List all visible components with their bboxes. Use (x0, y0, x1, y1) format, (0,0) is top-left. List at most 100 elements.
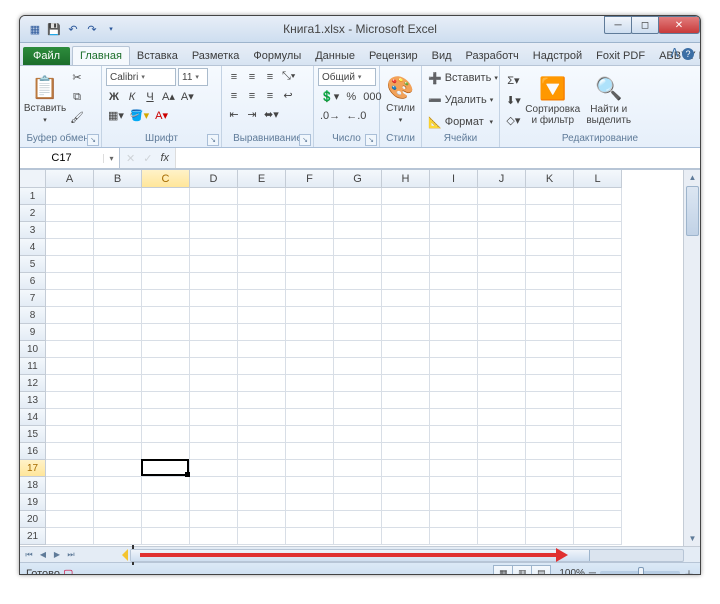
row-header-11[interactable]: 11 (20, 358, 46, 375)
shrink-font-icon[interactable]: A▾ (179, 88, 196, 105)
cell[interactable] (382, 324, 430, 341)
row-header-6[interactable]: 6 (20, 273, 46, 290)
cell[interactable] (190, 460, 238, 477)
cell[interactable] (238, 426, 286, 443)
cell[interactable] (46, 409, 94, 426)
cell[interactable] (142, 426, 190, 443)
cell[interactable] (382, 392, 430, 409)
cell[interactable] (94, 358, 142, 375)
tab-foxit[interactable]: Foxit PDF (589, 47, 652, 65)
cell[interactable] (478, 426, 526, 443)
format-painter-icon[interactable]: 🖌 (68, 108, 86, 126)
cell[interactable] (574, 511, 622, 528)
sort-filter-button[interactable]: 🔽 Сортировка и фильтр (525, 70, 581, 132)
cell[interactable] (190, 494, 238, 511)
row-header-9[interactable]: 9 (20, 324, 46, 341)
cell[interactable] (574, 256, 622, 273)
cell[interactable] (430, 477, 478, 494)
cell[interactable] (334, 528, 382, 545)
cell[interactable] (526, 511, 574, 528)
row-header-3[interactable]: 3 (20, 222, 46, 239)
cell[interactable] (430, 460, 478, 477)
cell[interactable] (478, 443, 526, 460)
cell[interactable] (334, 324, 382, 341)
cell[interactable] (238, 511, 286, 528)
cell[interactable] (478, 239, 526, 256)
cell[interactable] (526, 324, 574, 341)
copy-icon[interactable]: ⧉ (68, 88, 86, 106)
cell[interactable] (142, 443, 190, 460)
zoom-out-button[interactable]: ─ (589, 568, 596, 576)
cell[interactable] (478, 375, 526, 392)
fill-color-icon[interactable]: 🪣▾ (128, 107, 151, 124)
bold-button[interactable]: Ж (106, 88, 122, 105)
cell[interactable] (238, 443, 286, 460)
cell[interactable] (142, 256, 190, 273)
cell[interactable] (142, 324, 190, 341)
cell[interactable] (574, 494, 622, 511)
cell[interactable] (334, 494, 382, 511)
cell[interactable] (430, 239, 478, 256)
cell[interactable] (286, 460, 334, 477)
row-header-21[interactable]: 21 (20, 528, 46, 545)
row-header-8[interactable]: 8 (20, 307, 46, 324)
font-launcher-icon[interactable]: ↘ (207, 134, 219, 146)
cell[interactable] (94, 460, 142, 477)
col-header-H[interactable]: H (382, 170, 430, 188)
cell[interactable] (478, 188, 526, 205)
cell-area[interactable] (46, 188, 682, 546)
font-name-combo[interactable]: Calibri▾ (106, 68, 176, 86)
cell[interactable] (190, 307, 238, 324)
align-top-icon[interactable]: ≡ (226, 68, 242, 85)
cell[interactable] (46, 290, 94, 307)
col-header-I[interactable]: I (430, 170, 478, 188)
macro-record-icon[interactable]: ▢ (63, 568, 73, 576)
cell[interactable] (574, 205, 622, 222)
cell[interactable] (94, 273, 142, 290)
cell-styles-button[interactable]: 🎨 Стили ▾ (384, 68, 417, 130)
merge-icon[interactable]: ⬌▾ (262, 106, 281, 123)
cell[interactable] (286, 477, 334, 494)
cell[interactable] (286, 290, 334, 307)
row-header-10[interactable]: 10 (20, 341, 46, 358)
cell[interactable] (286, 307, 334, 324)
cell[interactable] (526, 443, 574, 460)
tab-review[interactable]: Рецензир (362, 47, 425, 65)
cell[interactable] (526, 358, 574, 375)
format-cells-button[interactable]: 📐Формат▾ (426, 112, 495, 132)
maximize-button[interactable]: ◻ (631, 16, 659, 34)
cell[interactable] (238, 256, 286, 273)
active-cell[interactable] (141, 459, 189, 476)
cell[interactable] (334, 256, 382, 273)
cell[interactable] (478, 307, 526, 324)
insert-cells-button[interactable]: ➕Вставить▾ (426, 68, 495, 88)
cell[interactable] (430, 392, 478, 409)
number-format-combo[interactable]: Общий▾ (318, 68, 376, 86)
cell[interactable] (238, 307, 286, 324)
col-header-G[interactable]: G (334, 170, 382, 188)
font-color-icon[interactable]: A▾ (153, 107, 170, 124)
select-all-corner[interactable] (20, 170, 46, 188)
tab-data[interactable]: Данные (308, 47, 362, 65)
increase-decimal-icon[interactable]: .0→ (318, 107, 342, 124)
cell[interactable] (286, 528, 334, 545)
cell[interactable] (574, 324, 622, 341)
cell[interactable] (478, 494, 526, 511)
cell[interactable] (430, 528, 478, 545)
cell[interactable] (46, 443, 94, 460)
cell[interactable] (526, 341, 574, 358)
cell[interactable] (574, 528, 622, 545)
cell[interactable] (382, 460, 430, 477)
cell[interactable] (430, 511, 478, 528)
cell[interactable] (430, 222, 478, 239)
cell[interactable] (142, 528, 190, 545)
cell[interactable] (190, 239, 238, 256)
cell[interactable] (238, 324, 286, 341)
cell[interactable] (334, 205, 382, 222)
horizontal-scrollbar[interactable] (82, 547, 700, 562)
cell[interactable] (286, 426, 334, 443)
col-header-A[interactable]: A (46, 170, 94, 188)
tab-view[interactable]: Вид (425, 47, 459, 65)
cell[interactable] (526, 290, 574, 307)
cell[interactable] (286, 375, 334, 392)
